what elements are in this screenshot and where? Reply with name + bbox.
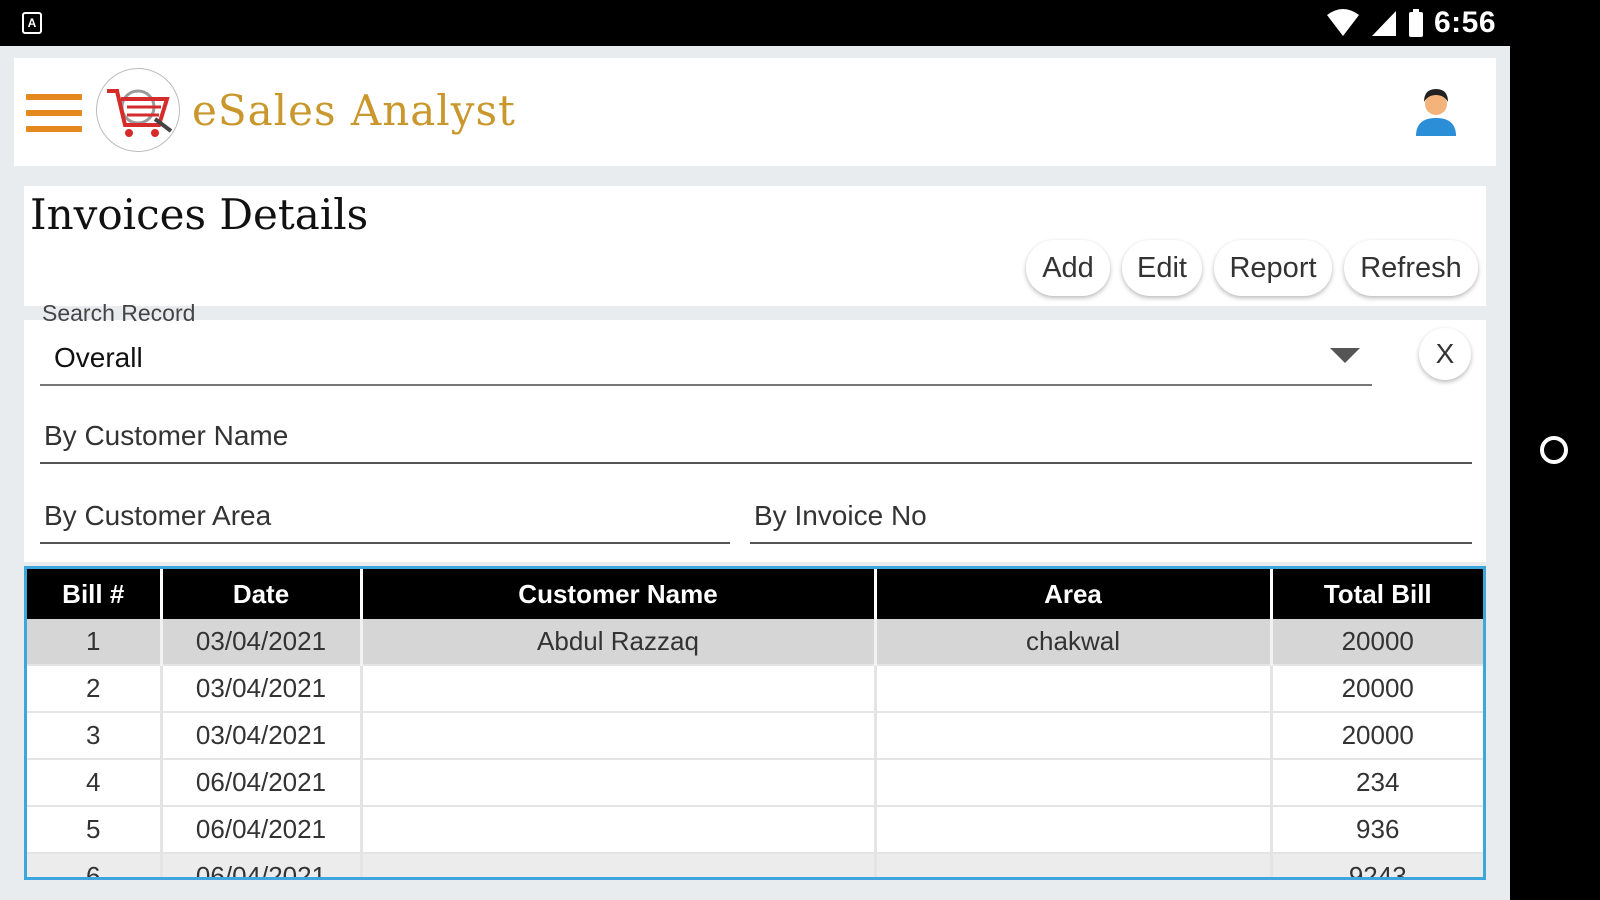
customer-area-field: [40, 490, 730, 544]
cell-area: [875, 665, 1273, 713]
notification-icon: A: [22, 12, 42, 34]
page-title: Invoices Details: [30, 190, 369, 239]
column-header-customer-name[interactable]: Customer Name: [361, 569, 877, 619]
customer-name-field: [40, 410, 1472, 464]
invoice-no-field: [750, 490, 1472, 544]
cell-customer-name: [361, 806, 877, 854]
cell-date: 03/04/2021: [161, 665, 363, 713]
cell-total-bill: 9243: [1271, 853, 1483, 877]
add-button[interactable]: Add: [1026, 240, 1110, 296]
table-row[interactable]: 4 06/04/2021 234: [27, 759, 1483, 807]
cell-date: 06/04/2021: [161, 806, 363, 854]
cell-total-bill: 20000: [1271, 712, 1483, 760]
app-title: eSales Analyst: [192, 86, 516, 135]
cell-area: [875, 712, 1273, 760]
report-button[interactable]: Report: [1214, 240, 1332, 296]
customer-area-input[interactable]: [40, 490, 730, 542]
cell-customer-name: [361, 759, 877, 807]
refresh-button[interactable]: Refresh: [1344, 240, 1478, 296]
app-bar: eSales Analyst: [14, 58, 1496, 166]
table-row[interactable]: 5 06/04/2021 936: [27, 806, 1483, 854]
cell-customer-name: Abdul Razzaq: [361, 619, 877, 666]
cell-area: [875, 853, 1273, 877]
table-row[interactable]: 3 03/04/2021 20000: [27, 712, 1483, 760]
cell-date: 03/04/2021: [161, 619, 363, 666]
table-header-row: Bill # Date Customer Name Area Total Bil…: [27, 569, 1483, 619]
cell-area: chakwal: [875, 619, 1273, 666]
cell-area: [875, 759, 1273, 807]
clock: 6:56: [1433, 6, 1496, 39]
search-panel: Search Record Overall X: [24, 300, 1486, 562]
column-header-bill[interactable]: Bill #: [27, 569, 163, 619]
cell-bill: 6: [27, 853, 163, 877]
table-row[interactable]: 2 03/04/2021 20000: [27, 665, 1483, 713]
cell-date: 03/04/2021: [161, 712, 363, 760]
cell-customer-name: [361, 712, 877, 760]
cell-bill: 2: [27, 665, 163, 713]
table-row[interactable]: 1 03/04/2021 Abdul Razzaq chakwal 20000: [27, 619, 1483, 666]
table-row[interactable]: 6 06/04/2021 9243: [27, 853, 1483, 877]
cell-customer-name: [361, 853, 877, 877]
cell-total-bill: 20000: [1271, 619, 1483, 666]
cell-bill: 4: [27, 759, 163, 807]
wifi-icon: [1326, 9, 1359, 36]
edit-button[interactable]: Edit: [1122, 240, 1202, 296]
dropdown-arrow-icon: [1330, 348, 1360, 363]
cell-area: [875, 806, 1273, 854]
invoices-table: Bill # Date Customer Name Area Total Bil…: [24, 566, 1486, 880]
status-bar: A 6:56: [0, 0, 1510, 46]
menu-icon[interactable]: [26, 94, 82, 132]
cell-total-bill: 20000: [1271, 665, 1483, 713]
customer-name-input[interactable]: [40, 410, 1472, 462]
invoice-no-input[interactable]: [750, 490, 1472, 542]
cell-bill: 5: [27, 806, 163, 854]
cell-total-bill: 234: [1271, 759, 1483, 807]
user-profile-icon[interactable]: [1414, 86, 1458, 136]
signal-icon: [1371, 11, 1396, 36]
search-record-label: Search Record: [42, 300, 196, 326]
app-screen: A 6:56 eSales Analyst Invoices Details A…: [0, 0, 1510, 900]
cell-date: 06/04/2021: [161, 759, 363, 807]
home-button-icon[interactable]: [1540, 436, 1568, 464]
battery-icon: [1408, 9, 1423, 37]
search-scope-select[interactable]: Overall: [40, 332, 1372, 386]
cell-customer-name: [361, 665, 877, 713]
header-card: Invoices Details Add Edit Report Refresh: [24, 186, 1486, 306]
column-header-date[interactable]: Date: [161, 569, 363, 619]
clear-search-button[interactable]: X: [1419, 328, 1471, 380]
app-logo: [96, 68, 180, 152]
cell-date: 06/04/2021: [161, 853, 363, 877]
action-buttons: Add Edit Report Refresh: [1026, 240, 1478, 296]
cell-bill: 3: [27, 712, 163, 760]
column-header-area[interactable]: Area: [875, 569, 1273, 619]
cell-bill: 1: [27, 619, 163, 666]
search-scope-value: Overall: [54, 342, 143, 373]
cell-total-bill: 936: [1271, 806, 1483, 854]
column-header-total-bill[interactable]: Total Bill: [1271, 569, 1483, 619]
